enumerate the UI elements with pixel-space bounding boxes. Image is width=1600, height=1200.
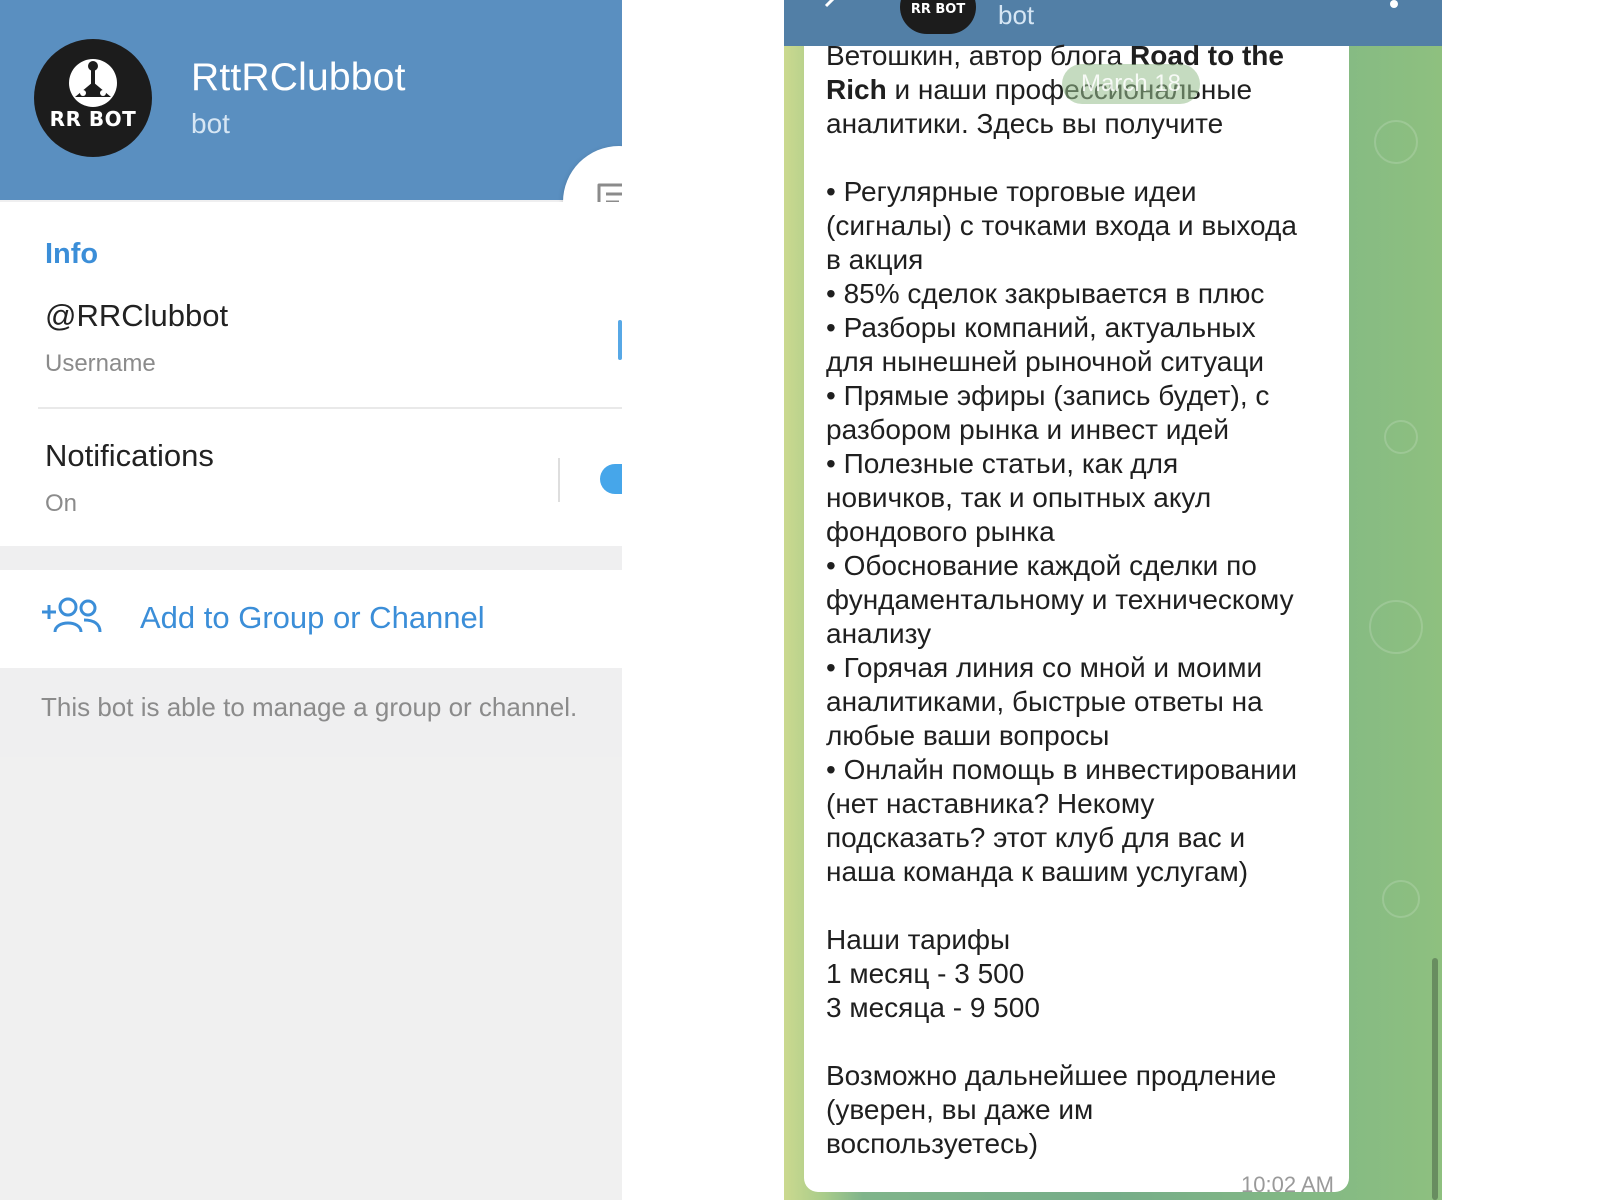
message-line: 1 месяц - 3 500 (826, 958, 1024, 990)
message-line: • Обоснование каждой сделки по (826, 550, 1257, 582)
message-line: Возможно дальнейшее продление (826, 1060, 1276, 1092)
message-text-segment: • Разборы компаний, актуальных (826, 312, 1256, 343)
message-text-segment: Возможно дальнейшее продление (826, 1060, 1277, 1091)
message-line: подсказать? этот клуб для вас и (826, 822, 1245, 854)
background-doodle (1382, 880, 1420, 918)
message-line: любые ваши вопросы (826, 720, 1109, 752)
date-pill: March 18 (1062, 64, 1200, 104)
message-line: фундаментальному и техническому (826, 584, 1294, 616)
notifications-toggle[interactable] (600, 464, 622, 494)
robot-logo-icon (69, 59, 117, 107)
message-line: анализу (826, 618, 931, 650)
add-users-icon (42, 597, 102, 633)
message-text-segment: аналитики. Здесь вы получите (826, 108, 1224, 139)
info-section: Info @RRClubbot Username Notifications O… (0, 202, 622, 546)
username-value[interactable]: @RRClubbot (45, 298, 228, 334)
message-line: 3 месяца - 9 500 (826, 992, 1040, 1024)
message-text-segment: разбором рынка и инвест идей (826, 414, 1229, 445)
message-time: 10:02 AM (1241, 1172, 1334, 1197)
message-text-segment: (уверен, вы даже им (826, 1094, 1094, 1125)
message-text-segment: Наши тарифы (826, 924, 1011, 955)
message-text-segment: 1 месяц - 3 500 (826, 958, 1025, 989)
message-line: • 85% сделок закрывается в плюс (826, 278, 1264, 310)
message-line: наша команда к вашим услугам) (826, 856, 1248, 888)
divider (558, 458, 560, 502)
bot-capability-note: This bot is able to manage a group or ch… (41, 692, 578, 722)
message-text-segment: воспользуетесь) (826, 1128, 1039, 1159)
message-text-segment: (сигналы) с точками входа и выхода (826, 210, 1297, 241)
qr-code-icon[interactable] (618, 320, 622, 360)
message-line: фондового рынка (826, 516, 1055, 548)
background-doodle (1369, 600, 1423, 654)
message-line: воспользуетесь) (826, 1128, 1038, 1160)
message-line: аналитики. Здесь вы получите (826, 108, 1223, 140)
bot-profile-panel: RR BOT RttRClubbot bot Info @RRClubbot U… (0, 0, 622, 1200)
background-doodle (1374, 120, 1418, 164)
chat-subtitle: bot (998, 0, 1035, 30)
more-menu-icon[interactable] (1390, 0, 1398, 8)
empty-area (0, 757, 622, 1200)
message-text-segment: • Обоснование каждой сделки по (826, 550, 1257, 581)
chat-panel: RR BOT bot Ветошкин, автор блога Road to… (784, 0, 1442, 1200)
notifications-status: On (45, 490, 78, 517)
message-line: • Онлайн помощь в инвестировании (826, 754, 1297, 786)
notifications-label[interactable]: Notifications (45, 438, 214, 474)
message-text-segment: аналитиками, быстрые ответы на (826, 686, 1263, 717)
message-text-segment: фундаментальному и техническому (826, 584, 1294, 615)
message-line: • Регулярные торговые идеи (826, 176, 1197, 208)
message-line: для нынешней рыночной ситуаци (826, 346, 1264, 378)
message-bubble[interactable]: Ветошкин, автор блога Road to the Rich и … (804, 40, 1349, 1197)
add-to-group-button[interactable]: Add to Group or Channel (0, 570, 622, 668)
scrollbar[interactable] (1432, 958, 1438, 1200)
chat-avatar-text: RR BOT (910, 2, 966, 17)
message-text-segment: новичков, так и опытных акул (826, 482, 1212, 513)
message-line: новичков, так и опытных акул (826, 482, 1211, 514)
message-text-segment: фондового рынка (826, 516, 1055, 547)
message-text-segment: • Полезные статьи, как для (826, 448, 1179, 479)
bot-name: RttRClubbot (191, 56, 406, 99)
avatar-text: RR BOT (49, 107, 137, 131)
chat-avatar[interactable]: RR BOT (900, 0, 976, 34)
message-text-segment: • Онлайн помощь в инвестировании (826, 754, 1297, 785)
back-arrow-icon[interactable] (822, 0, 844, 14)
message-text-segment: наша команда к вашим услугам) (826, 856, 1249, 887)
profile-header: RR BOT RttRClubbot bot (0, 0, 622, 200)
message-line: в акция (826, 244, 923, 276)
message-text-segment: подсказать? этот клуб для вас и (826, 822, 1246, 853)
background-doodle (1384, 420, 1418, 454)
message-line: • Горячая линия со мной и моими (826, 652, 1262, 684)
message-line: • Прямые эфиры (запись будет), с (826, 380, 1269, 412)
message-line: (сигналы) с точками входа и выхода (826, 210, 1297, 242)
message-text-segment: анализу (826, 618, 932, 649)
message-text-segment: (нет наставника? Некому (826, 788, 1155, 819)
divider (38, 407, 622, 409)
message-bold-text: Rich (826, 74, 887, 105)
message-text-segment: 3 месяца - 9 500 (826, 992, 1040, 1023)
message-line: (уверен, вы даже им (826, 1094, 1093, 1126)
message-line: • Полезные статьи, как для (826, 448, 1178, 480)
avatar[interactable]: RR BOT (34, 39, 152, 157)
message-line: разбором рынка и инвест идей (826, 414, 1229, 446)
username-label: Username (45, 350, 156, 377)
bot-subtitle: bot (191, 108, 230, 139)
message-text-segment: • Горячая линия со мной и моими (826, 652, 1263, 683)
info-heading: Info (45, 238, 99, 270)
message-text-segment: • Прямые эфиры (запись будет), с (826, 380, 1270, 411)
message-line: (нет наставника? Некому (826, 788, 1154, 820)
message-line: Наши тарифы (826, 924, 1010, 956)
message-line: Ветошкин, автор блога Road to the (826, 40, 1284, 72)
message-text-segment: • Регулярные торговые идеи (826, 176, 1197, 207)
add-to-group-label: Add to Group or Channel (140, 600, 485, 635)
message-text-segment: • 85% сделок закрывается в плюс (826, 278, 1265, 309)
message-text-segment: в акция (826, 244, 924, 275)
message-text-segment: любые ваши вопросы (826, 720, 1110, 751)
message-text-segment: для нынешней рыночной ситуаци (826, 346, 1265, 377)
message-line: аналитиками, быстрые ответы на (826, 686, 1263, 718)
message-line: • Разборы компаний, актуальных (826, 312, 1256, 344)
